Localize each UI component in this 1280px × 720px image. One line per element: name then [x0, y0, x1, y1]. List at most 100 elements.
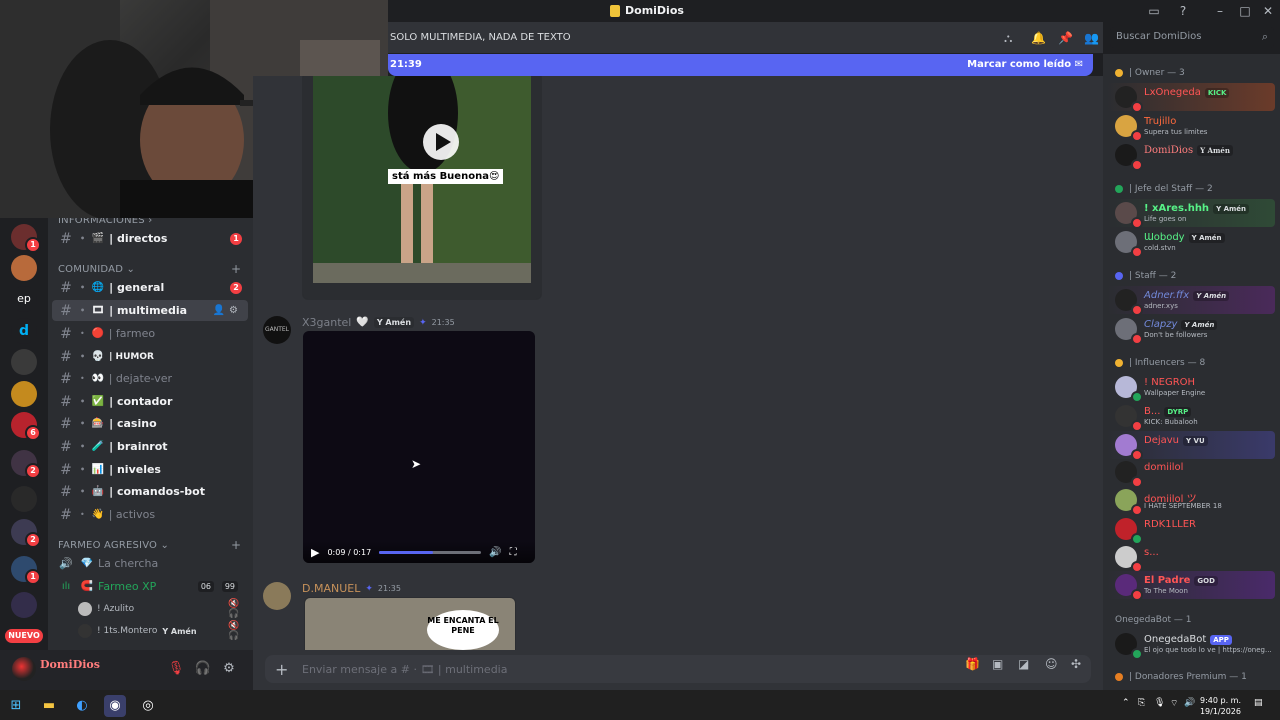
server-icon[interactable]: 2 — [11, 519, 41, 548]
add-attachment-button[interactable]: + — [275, 660, 288, 679]
member-list-icon[interactable]: 👥 — [1084, 31, 1099, 45]
channel-farmeo[interactable]: # • 🔴 | farmeo — [52, 323, 248, 344]
member-item[interactable]: El Padre GOD To The Moon — [1107, 571, 1275, 601]
channel-directos[interactable]: # • 🎬 | directos 1 — [52, 228, 248, 249]
mute-mic-icon[interactable]: 🎙 — [167, 660, 185, 678]
windows-start-icon[interactable]: ⊞ — [5, 695, 27, 717]
voice-channel-la-chercha[interactable]: 🔊 💎 La chercha — [52, 553, 248, 574]
new-messages-bar[interactable]: 21:39 Marcar como leído ✉ — [388, 54, 1093, 76]
deafen-icon[interactable]: 🎧 — [194, 660, 212, 678]
tray-network-icon[interactable]: ⎘ — [1138, 698, 1145, 708]
member-item[interactable]: domiilol ツI HATE SEPTEMBER 18 — [1107, 486, 1275, 516]
message-image-attachment[interactable]: ME ENCANTA EL PENE — [304, 597, 516, 650]
tray-mic-icon[interactable]: 🎙 — [1154, 698, 1165, 708]
sticker-icon[interactable]: ◪ — [1018, 657, 1029, 671]
channel-activos[interactable]: # • 👋 | activos — [52, 504, 248, 525]
gift-icon[interactable]: 🎁 — [965, 657, 980, 671]
server-icon[interactable] — [11, 381, 37, 407]
notifications-icon[interactable]: ▤ — [1254, 698, 1263, 708]
server-icon[interactable] — [11, 486, 37, 512]
avatar[interactable] — [12, 657, 36, 681]
add-channel-icon[interactable]: + — [231, 262, 241, 276]
video-progress-bar[interactable] — [379, 550, 482, 554]
apps-icon[interactable]: ✣ — [1071, 657, 1081, 671]
edge-browser-icon[interactable]: ◐ — [71, 695, 93, 717]
play-button-icon[interactable] — [423, 124, 459, 160]
server-icon[interactable]: 1 — [11, 224, 41, 253]
server-icon[interactable]: 6 — [11, 412, 41, 441]
inbox-icon[interactable]: ▭ — [1146, 3, 1162, 19]
channel-contador[interactable]: # • ✅ | contador — [52, 391, 248, 412]
channel-settings-icon[interactable]: 👤⚙ — [213, 305, 242, 316]
member-item[interactable]: ! NEGROH Wallpaper Engine — [1107, 373, 1275, 403]
category-informaciones[interactable]: INFORMACIONES › — [58, 218, 152, 226]
member-item[interactable]: DomiDios Y Amén — [1107, 141, 1275, 171]
server-icon[interactable]: d — [11, 318, 37, 344]
avatar[interactable]: GANTEL — [263, 316, 291, 344]
tray-wifi-icon[interactable]: ⌔ — [1170, 698, 1178, 709]
member-item[interactable]: Clapzy Y Amén Don't be followers — [1107, 315, 1275, 345]
tray-volume-icon[interactable]: 🔊 — [1184, 698, 1195, 708]
avatar[interactable] — [263, 582, 291, 610]
member-item[interactable]: s... — [1107, 543, 1275, 573]
server-icon[interactable]: ep — [11, 286, 37, 312]
volume-icon[interactable]: 🔊 — [489, 547, 501, 558]
server-icon[interactable] — [11, 349, 37, 375]
channel-multimedia[interactable]: # • 🎞 | multimedia 👤⚙ — [52, 300, 248, 321]
gif-icon[interactable]: ▣ — [992, 657, 1003, 671]
member-item[interactable]: Adner.ffx Y Amén adner.xys — [1107, 286, 1275, 316]
category-farmeo-agresivo[interactable]: FARMEO AGRESIVO ⌄ — [58, 540, 169, 551]
voice-user[interactable]: ! Azulito 🔇🎧 — [78, 599, 239, 619]
server-icon[interactable]: 1 — [11, 556, 41, 585]
member-item[interactable]: ! xAres.hhh Y Amén Life goes on — [1107, 199, 1275, 229]
close-button[interactable]: ✕ — [1260, 3, 1276, 19]
help-icon[interactable]: ? — [1175, 3, 1191, 19]
member-item[interactable]: B... DYRP KICK: Bubalooh — [1107, 402, 1275, 432]
category-comunidad[interactable]: COMUNIDAD ⌄ — [58, 264, 135, 275]
taskbar-clock[interactable]: 9:40 p. m. 19/1/2026 — [1195, 695, 1241, 717]
channel-niveles[interactable]: # • 📊 | niveles — [52, 459, 248, 480]
emoji-icon[interactable]: ☺ — [1045, 657, 1058, 671]
status-indicator — [1131, 159, 1143, 171]
channel-brainrot[interactable]: # • 🧪 | brainrot — [52, 436, 248, 457]
member-item[interactable]: Trujillo Supera tus limites — [1107, 112, 1275, 142]
voice-channel-farmeo-xp[interactable]: ılı 🧲 Farmeo XP 06 99 — [52, 576, 248, 597]
member-item[interactable]: LxOnegeda KICK — [1107, 83, 1275, 113]
member-item[interactable]: Ɯobody Y Amén cold.stvn — [1107, 228, 1275, 258]
add-channel-icon[interactable]: + — [231, 538, 241, 552]
member-item[interactable]: domiilol — [1107, 458, 1275, 488]
channel-comandos-bot[interactable]: # • 🤖 | comandos-bot — [52, 481, 248, 502]
channel-casino[interactable]: # • 🎰 | casino — [52, 413, 248, 434]
tray-chevron-icon[interactable]: ⌃ — [1122, 698, 1130, 708]
message-image-attachment[interactable] — [302, 76, 542, 300]
server-icon[interactable]: 2 — [11, 450, 41, 479]
member-item[interactable]: RDK1LLER — [1107, 515, 1275, 545]
settings-gear-icon[interactable]: ⚙ — [220, 660, 238, 678]
message-author[interactable]: X3gantel — [302, 316, 351, 329]
server-icon[interactable] — [11, 255, 37, 281]
message-author[interactable]: D.MANUEL — [302, 582, 360, 595]
channel-dejate-ver[interactable]: # • 👀 | dejate-ver — [52, 368, 248, 389]
search-input[interactable]: Buscar DomiDios ⌕ — [1110, 27, 1274, 48]
member-item[interactable]: OnegedaBot APP El ojo que todo lo ve | htt… — [1107, 630, 1275, 660]
mark-as-read-button[interactable]: Marcar como leído ✉ — [967, 59, 1083, 70]
pin-icon[interactable]: 📌 — [1058, 31, 1073, 45]
server-icon[interactable] — [11, 592, 37, 618]
notification-bell-icon[interactable]: 🔔 — [1031, 31, 1046, 45]
server-list: 1 ep d 6 2 2 1 — [0, 218, 48, 690]
maximize-button[interactable]: □ — [1237, 3, 1253, 19]
video-player[interactable]: ▶ 0:09 / 0:17 🔊 ⛶ — [303, 331, 535, 563]
minimize-button[interactable]: – — [1212, 3, 1228, 19]
channel-humor[interactable]: # • 💀 | HUMOR — [52, 346, 248, 367]
fullscreen-icon[interactable]: ⛶ — [510, 547, 517, 558]
voice-user[interactable]: ! 1ts.Montero Y Amén 🔇🎧 — [78, 621, 239, 641]
member-item[interactable]: Dejavu Y VU — [1107, 431, 1275, 461]
threads-icon[interactable]: ⛬ — [1004, 31, 1012, 46]
channel-general[interactable]: # • 🌐 | general 2 — [52, 277, 248, 298]
new-servers-badge[interactable]: NUEVO — [5, 629, 43, 643]
file-explorer-icon[interactable]: ▬ — [38, 695, 60, 717]
discord-icon[interactable]: ◉ — [104, 695, 126, 717]
username[interactable]: DomiDios — [40, 658, 100, 671]
obs-icon[interactable]: ◎ — [137, 695, 159, 717]
play-icon[interactable]: ▶ — [311, 546, 319, 559]
